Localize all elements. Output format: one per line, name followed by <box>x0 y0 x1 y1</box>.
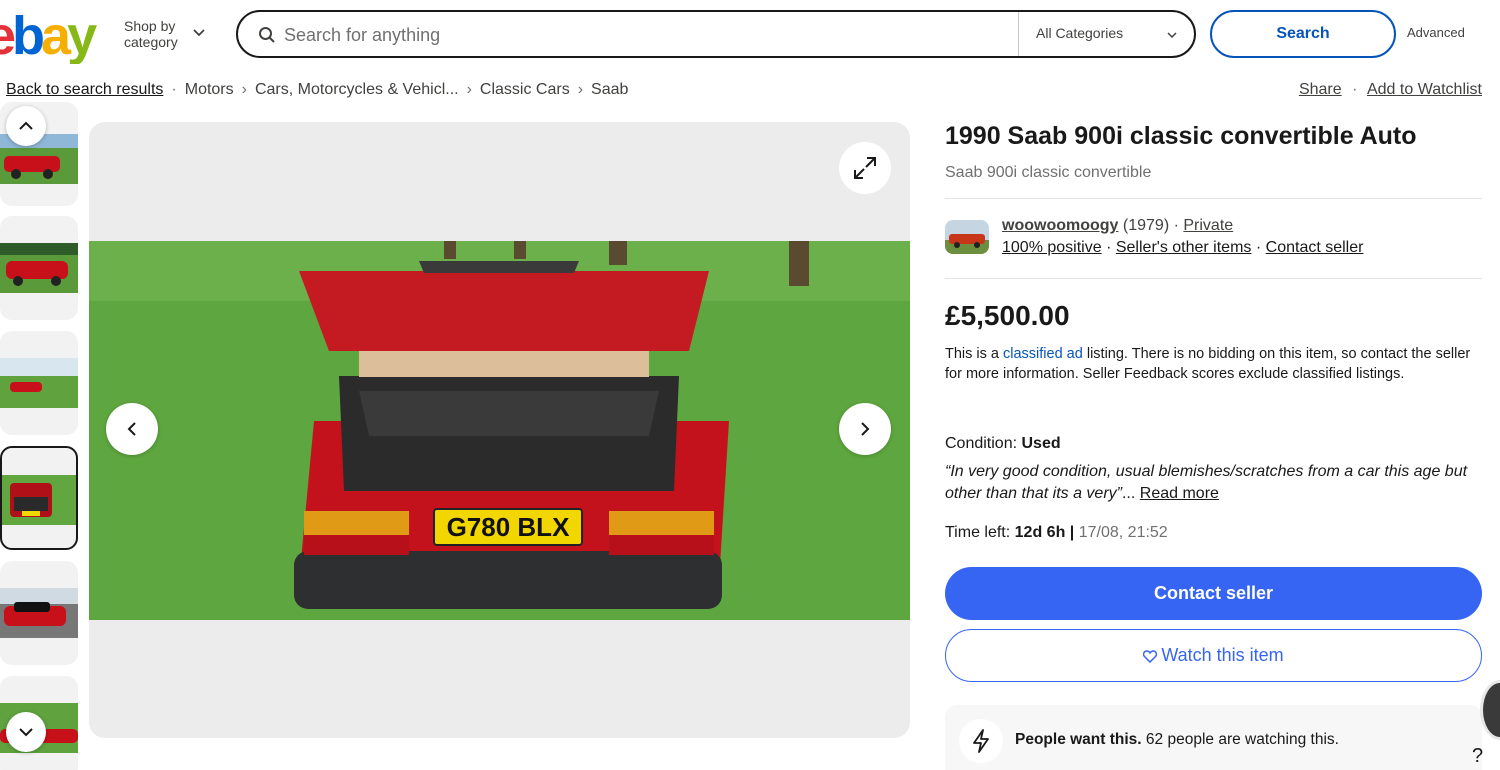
classified-note-prefix: This is a <box>945 346 1004 362</box>
seller-score: (1979) <box>1122 217 1170 234</box>
shop-by-category-button[interactable]: Shop by category <box>124 18 194 50</box>
seller-type-link[interactable]: Private <box>1183 217 1233 234</box>
condition-value: Used <box>1021 435 1061 452</box>
popularity-banner: People want this. 62 people are watching… <box>945 705 1482 770</box>
divider <box>945 198 1482 199</box>
breadcrumb-item-saab[interactable]: Saab <box>591 81 628 99</box>
share-links: Share · Add to Watchlist <box>1299 81 1482 99</box>
next-image-button[interactable] <box>839 403 891 455</box>
thumbnails-scroll-down-button[interactable] <box>6 712 46 752</box>
separator-dot: · <box>171 81 177 98</box>
search-bar: All Categories <box>236 10 1196 58</box>
breadcrumb-item-classic-cars[interactable]: Classic Cars <box>480 81 570 99</box>
chevron-left-icon <box>127 422 136 436</box>
chevron-down-icon[interactable] <box>1166 29 1178 41</box>
classified-note: This is a classified ad listing. There i… <box>945 344 1485 384</box>
seller-name-link[interactable]: woowoomoogy <box>1002 217 1118 234</box>
chevron-up-icon <box>19 121 33 130</box>
divider <box>945 278 1482 279</box>
contact-seller-button[interactable]: Contact seller <box>945 567 1482 620</box>
thumbnail[interactable] <box>0 216 78 320</box>
thumbnail-strip <box>0 102 80 770</box>
back-to-search-link[interactable]: Back to search results <box>6 81 163 99</box>
popularity-count: 62 people are watching this. <box>1145 731 1339 748</box>
breadcrumb: Back to search results · Motors › Cars, … <box>6 81 628 99</box>
popularity-bold: People want this. <box>1015 731 1142 748</box>
listing-title: 1990 Saab 900i classic convertible Auto <box>945 122 1417 150</box>
condition-label: Condition: <box>945 435 1018 452</box>
chevron-down-icon <box>19 728 33 737</box>
bolt-badge <box>959 719 1003 763</box>
chevron-right-icon: › <box>466 81 472 98</box>
previous-image-button[interactable] <box>106 403 158 455</box>
watch-item-button[interactable]: Watch this item <box>945 629 1482 682</box>
thumbnail[interactable] <box>0 331 78 435</box>
search-button[interactable]: Search <box>1210 10 1396 58</box>
time-left-value: 12d 6h <box>1014 524 1066 541</box>
seller-feedback-link[interactable]: 100% positive <box>1002 239 1102 256</box>
chevron-down-icon[interactable] <box>192 26 206 40</box>
expand-image-button[interactable] <box>839 142 891 194</box>
classified-ad-link[interactable]: classified ad <box>1003 346 1083 362</box>
seller-info: woowoomoogy (1979) · Private <box>1002 217 1233 235</box>
image-viewer: G780 BLX <box>89 122 910 738</box>
seller-avatar[interactable] <box>945 220 989 254</box>
ebay-logo[interactable]: ebay <box>0 8 110 64</box>
time-left: Time left: 12d 6h | 17/08, 21:52 <box>945 524 1168 542</box>
separator-dot: · <box>1352 81 1358 98</box>
time-left-separator: | <box>1069 524 1075 541</box>
advanced-search-link[interactable]: Advanced <box>1407 25 1465 40</box>
thumbnail-selected[interactable] <box>0 446 78 550</box>
separator-dot: · <box>1255 239 1262 256</box>
popularity-text: People want this. 62 people are watching… <box>1015 731 1339 749</box>
chevron-right-icon: › <box>241 81 247 98</box>
separator-dot: · <box>1173 217 1179 234</box>
divider <box>1018 12 1019 56</box>
expand-icon <box>854 157 876 179</box>
price: £5,500.00 <box>945 300 1070 331</box>
main-photo[interactable]: G780 BLX <box>89 241 910 620</box>
separator-dot: · <box>1106 239 1112 256</box>
avatar <box>1480 680 1500 740</box>
chevron-right-icon: › <box>577 81 584 98</box>
help-icon[interactable]: ? <box>1472 745 1483 768</box>
breadcrumb-item-cars[interactable]: Cars, Motorcycles & Vehicl... <box>255 81 459 99</box>
category-select[interactable]: All Categories <box>1036 25 1123 41</box>
read-more-link[interactable]: Read more <box>1140 485 1219 502</box>
chevron-right-icon <box>861 422 870 436</box>
listing-subtitle: Saab 900i classic convertible <box>945 164 1152 181</box>
lightning-icon <box>973 729 989 753</box>
watch-item-label: Watch this item <box>1161 645 1284 665</box>
condition-ellipsis: ... <box>1121 485 1136 502</box>
time-left-label: Time left: <box>945 524 1011 541</box>
thumbnails-scroll-up-button[interactable] <box>6 106 46 146</box>
search-input[interactable] <box>284 22 984 48</box>
search-icon <box>259 27 275 43</box>
heart-icon <box>1143 650 1158 663</box>
thumbnail[interactable] <box>0 561 78 665</box>
condition-description: “In very good condition, usual blemishes… <box>945 461 1485 505</box>
condition: Condition: Used <box>945 435 1061 453</box>
contact-seller-link[interactable]: Contact seller <box>1266 239 1364 256</box>
share-link[interactable]: Share <box>1299 81 1342 98</box>
license-plate: G780 BLX <box>447 512 570 542</box>
seller-links: 100% positive · Seller's other items · C… <box>1002 239 1363 257</box>
end-date: 17/08, 21:52 <box>1078 524 1168 541</box>
add-to-watchlist-link[interactable]: Add to Watchlist <box>1367 81 1482 98</box>
breadcrumb-item-motors[interactable]: Motors <box>185 81 234 99</box>
seller-other-items-link[interactable]: Seller's other items <box>1116 239 1252 256</box>
